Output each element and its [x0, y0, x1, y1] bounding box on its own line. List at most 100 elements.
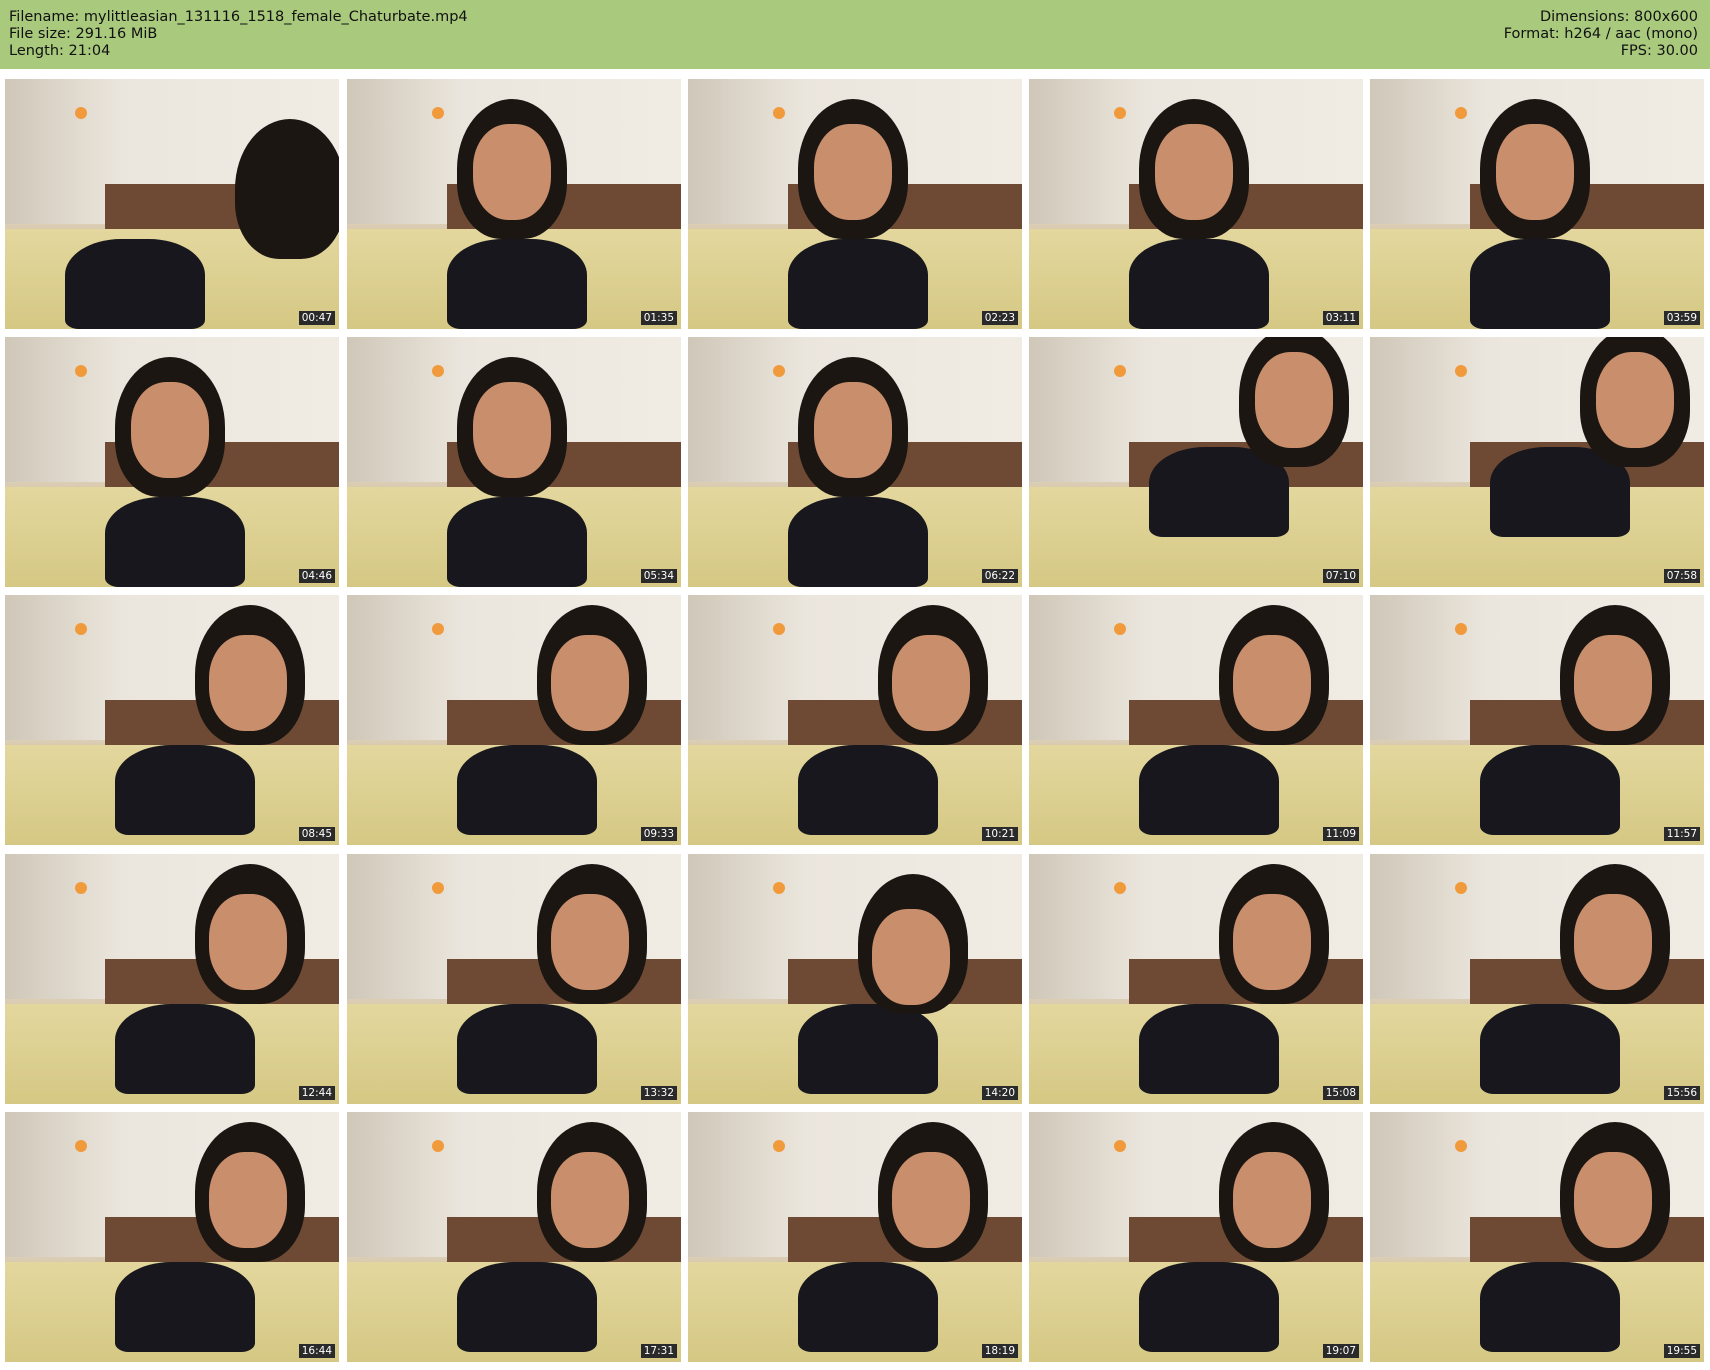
thumbnail-person-face [1233, 1152, 1311, 1248]
thumbnail-flower [773, 107, 785, 119]
thumbnail-person-body [65, 239, 205, 329]
thumbnail-person-body [798, 745, 938, 835]
thumbnail-person-body [1480, 1262, 1620, 1352]
video-thumbnail[interactable]: 09:33 [347, 595, 681, 845]
thumbnail-flower [75, 365, 87, 377]
thumbnail-flower [432, 107, 444, 119]
thumbnail-person-body [798, 1262, 938, 1352]
video-thumbnail[interactable]: 07:58 [1370, 337, 1704, 587]
thumbnail-timestamp: 06:22 [981, 569, 1018, 583]
thumbnail-person-body [457, 745, 597, 835]
thumbnail-flower [1455, 623, 1467, 635]
thumbnail-flower [1114, 365, 1126, 377]
video-thumbnail[interactable]: 03:11 [1029, 79, 1363, 329]
video-thumbnail[interactable]: 02:23 [688, 79, 1022, 329]
thumbnail-flower [432, 365, 444, 377]
thumbnail-timestamp: 03:59 [1663, 311, 1700, 325]
thumbnail-flower [75, 623, 87, 635]
thumbnail-timestamp: 04:46 [298, 569, 335, 583]
thumbnail-timestamp: 19:07 [1322, 1344, 1359, 1358]
video-thumbnail[interactable]: 04:46 [5, 337, 339, 587]
thumbnail-person-hair [235, 119, 339, 259]
thumbnail-person-body [1139, 1262, 1279, 1352]
thumbnail-person-body [115, 745, 255, 835]
filename-text: Filename: mylittleasian_131116_1518_fema… [9, 9, 468, 25]
thumbnail-timestamp: 05:34 [640, 569, 677, 583]
thumbnail-person-face [209, 635, 287, 731]
thumbnail-person-body [1470, 239, 1610, 329]
video-thumbnail[interactable]: 13:32 [347, 854, 681, 1104]
video-thumbnail[interactable]: 14:20 [688, 854, 1022, 1104]
thumbnail-person-face [551, 1152, 629, 1248]
video-thumbnail[interactable]: 07:10 [1029, 337, 1363, 587]
fps-text: FPS: 30.00 [1620, 43, 1698, 59]
thumbnail-person-face [1496, 124, 1574, 220]
thumbnail-person-face [473, 124, 551, 220]
thumbnail-timestamp: 07:58 [1663, 569, 1700, 583]
thumbnail-person-body [788, 239, 928, 329]
thumbnail-timestamp: 00:47 [298, 311, 335, 325]
thumbnail-timestamp: 15:08 [1322, 1086, 1359, 1100]
video-thumbnail[interactable]: 00:47 [5, 79, 339, 329]
video-thumbnail[interactable]: 11:57 [1370, 595, 1704, 845]
video-thumbnail[interactable]: 03:59 [1370, 79, 1704, 329]
video-thumbnail[interactable]: 08:45 [5, 595, 339, 845]
thumbnail-person-body [1139, 745, 1279, 835]
thumbnail-flower [773, 1140, 785, 1152]
thumbnail-timestamp: 03:11 [1322, 311, 1359, 325]
thumbnail-timestamp: 19:55 [1663, 1344, 1700, 1358]
thumbnail-person-body [1480, 1004, 1620, 1094]
video-thumbnail[interactable]: 01:35 [347, 79, 681, 329]
thumbnail-person-body [1129, 239, 1269, 329]
video-thumbnail[interactable]: 18:19 [688, 1112, 1022, 1362]
thumbnail-timestamp: 17:31 [640, 1344, 677, 1358]
video-thumbnail[interactable]: 19:07 [1029, 1112, 1363, 1362]
thumbnail-person-face [1155, 124, 1233, 220]
thumbnail-timestamp: 07:10 [1322, 569, 1359, 583]
thumbnail-person-body [105, 497, 245, 587]
thumbnail-person-face [131, 382, 209, 478]
thumbnail-person-face [209, 1152, 287, 1248]
video-thumbnail[interactable]: 12:44 [5, 854, 339, 1104]
thumbnail-person-face [551, 894, 629, 990]
thumbnail-timestamp: 15:56 [1663, 1086, 1700, 1100]
thumbnail-person-body [798, 1004, 938, 1094]
info-header: Filename: mylittleasian_131116_1518_fema… [0, 0, 1710, 69]
video-thumbnail[interactable]: 15:08 [1029, 854, 1363, 1104]
thumbnail-flower [1455, 1140, 1467, 1152]
thumbnail-person-face [892, 1152, 970, 1248]
thumbnail-timestamp: 16:44 [298, 1344, 335, 1358]
thumbnail-timestamp: 18:19 [981, 1344, 1018, 1358]
thumbnail-person-body [788, 497, 928, 587]
thumbnail-timestamp: 14:20 [981, 1086, 1018, 1100]
video-thumbnail[interactable]: 05:34 [347, 337, 681, 587]
file-info: Filename: mylittleasian_131116_1518_fema… [9, 9, 468, 60]
thumbnail-flower [75, 882, 87, 894]
video-thumbnail[interactable]: 10:21 [688, 595, 1022, 845]
thumbnail-timestamp: 02:23 [981, 311, 1018, 325]
thumbnail-person-face [209, 894, 287, 990]
thumbnail-timestamp: 08:45 [298, 827, 335, 841]
thumbnail-person-face [1574, 635, 1652, 731]
thumbnail-flower [1455, 365, 1467, 377]
video-thumbnail[interactable]: 17:31 [347, 1112, 681, 1362]
dimensions-text: Dimensions: 800x600 [1539, 9, 1698, 25]
thumbnail-timestamp: 12:44 [298, 1086, 335, 1100]
thumbnail-person-body [457, 1262, 597, 1352]
video-info: Dimensions: 800x600 Format: h264 / aac (… [1504, 9, 1698, 60]
video-thumbnail[interactable]: 11:09 [1029, 595, 1363, 845]
thumbnail-timestamp: 10:21 [981, 827, 1018, 841]
video-thumbnail[interactable]: 15:56 [1370, 854, 1704, 1104]
thumbnail-flower [1114, 882, 1126, 894]
video-thumbnail[interactable]: 19:55 [1370, 1112, 1704, 1362]
thumbnail-person-face [1574, 1152, 1652, 1248]
thumbnail-flower [773, 365, 785, 377]
thumbnail-person-face [814, 382, 892, 478]
video-thumbnail[interactable]: 06:22 [688, 337, 1022, 587]
thumbnail-flower [1114, 107, 1126, 119]
thumbnail-flower [432, 623, 444, 635]
format-text: Format: h264 / aac (mono) [1503, 26, 1698, 42]
thumbnail-flower [773, 882, 785, 894]
video-thumbnail[interactable]: 16:44 [5, 1112, 339, 1362]
thumbnail-person-face [1255, 352, 1333, 448]
